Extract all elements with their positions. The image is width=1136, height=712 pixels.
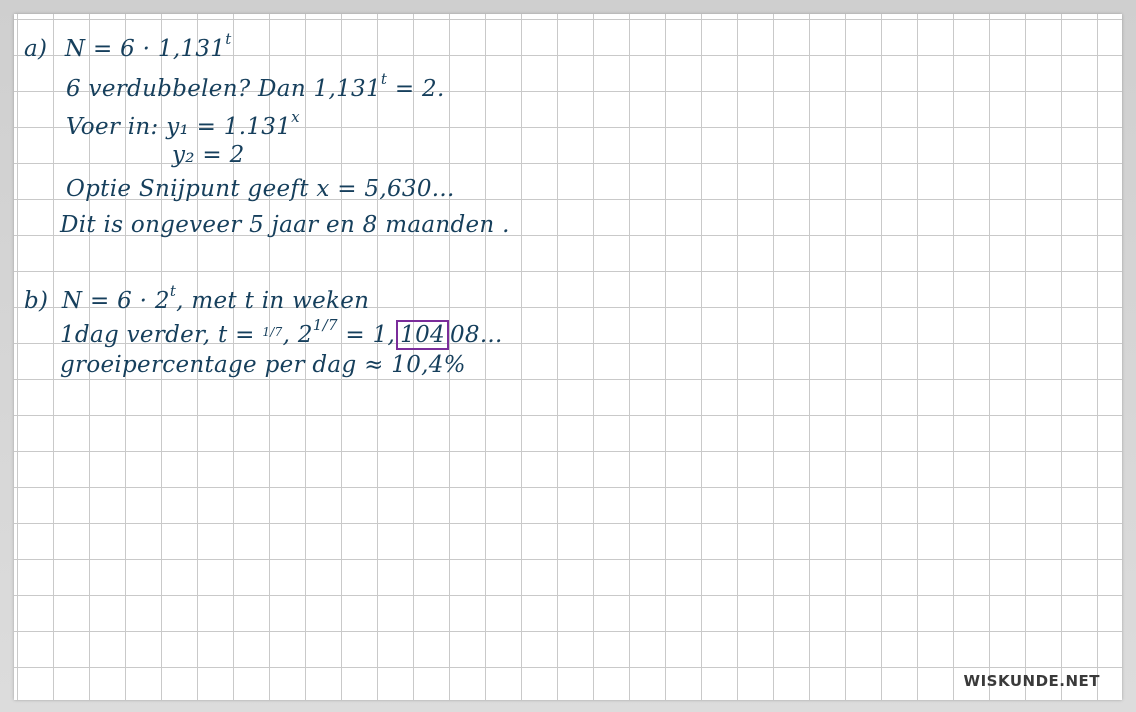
part-a-line-5: Optie Snijpunt geeft x = 5,630... — [66, 176, 455, 202]
part-b-line-2: 1dag verder, t = 1/7, 21/7 = 1, 104 08... — [60, 316, 503, 350]
part-b-power-exponent: 1/7 — [312, 316, 338, 334]
part-a-line-6: Dit is ongeveer 5 jaar en 8 maanden . — [60, 212, 510, 238]
part-b-fraction: 1/7 — [262, 325, 283, 339]
part-b-line-1: b) N = 6 · 2t, met t in weken — [24, 282, 369, 314]
part-a-label: a) — [24, 36, 48, 62]
part-a-line-1: a) N = 6 · 1,131t — [24, 30, 232, 62]
part-a-conclusion: Dit is ongeveer 5 jaar en 8 maanden . — [60, 212, 510, 238]
part-a-line-2: 6 verdubbelen? Dan 1,131t = 2. — [66, 70, 445, 102]
part-a-question-end: = 2. — [387, 76, 445, 102]
part-b-label: b) — [24, 288, 49, 314]
part-a-input-y1-exponent: x — [291, 108, 300, 126]
part-a-line-4: y₂ = 2 — [172, 142, 245, 168]
part-a-question: 6 verdubbelen? Dan 1,131 — [66, 76, 381, 102]
part-b-trailing-digits: 08... — [449, 322, 503, 348]
part-b-formula-end: , met t in weken — [176, 288, 370, 314]
part-b-power-base: , 2 — [282, 322, 313, 348]
part-b-line-3: groeipercentage per dag ≈ 10,4% — [60, 352, 466, 378]
brand-watermark: WISKUNDE.NET — [963, 672, 1100, 690]
part-b-growth-percentage: groeipercentage per dag ≈ 10,4% — [60, 352, 466, 378]
part-b-day-later: 1dag verder, t = — [60, 322, 263, 348]
part-a-line-3: Voer in: y₁ = 1.131x — [66, 108, 300, 140]
part-b-equals: = 1, — [337, 322, 396, 348]
part-a-intersection: Optie Snijpunt geeft x = 5,630... — [66, 176, 455, 202]
part-a-formula-exponent: t — [225, 30, 232, 48]
part-b-boxed-digits: 104 — [396, 320, 449, 350]
part-a-formula: N = 6 · 1,131 — [64, 36, 226, 62]
part-a-input-y1: Voer in: y₁ = 1.131 — [66, 114, 292, 140]
grid-paper-sheet: a) N = 6 · 1,131t 6 verdubbelen? Dan 1,1… — [14, 14, 1122, 700]
window-frame: a) N = 6 · 1,131t 6 verdubbelen? Dan 1,1… — [0, 0, 1136, 712]
part-b-formula: N = 6 · 2 — [61, 288, 170, 314]
part-a-input-y2: y₂ = 2 — [172, 142, 245, 168]
